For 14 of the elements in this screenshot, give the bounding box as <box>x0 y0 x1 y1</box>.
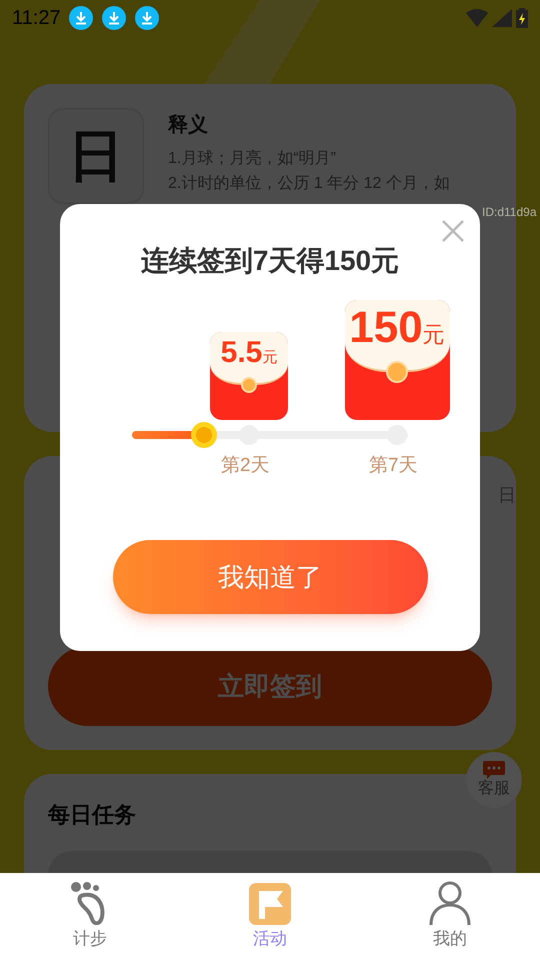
day-label: 第7天 <box>369 454 418 478</box>
nav-tab[interactable]: 我的 <box>360 873 540 960</box>
reward-amount: 5.5 <box>220 338 262 368</box>
nav-tab[interactable]: 活动 <box>180 873 360 960</box>
day-label: 第2天 <box>221 454 270 478</box>
status-time: 11:27 <box>12 6 61 31</box>
definition-heading: 释义 <box>168 112 209 138</box>
reward-unit: 元 <box>422 321 445 349</box>
reward-unit: 元 <box>262 348 278 368</box>
dialog-title: 连续签到7天得150元 <box>140 244 400 278</box>
tasks-title: 每日任务 <box>48 801 137 829</box>
reward-amount: 150 <box>349 306 423 350</box>
nav-tab[interactable]: 计步 <box>0 873 180 960</box>
confirm-button[interactable]: 我知道了 <box>112 540 428 614</box>
